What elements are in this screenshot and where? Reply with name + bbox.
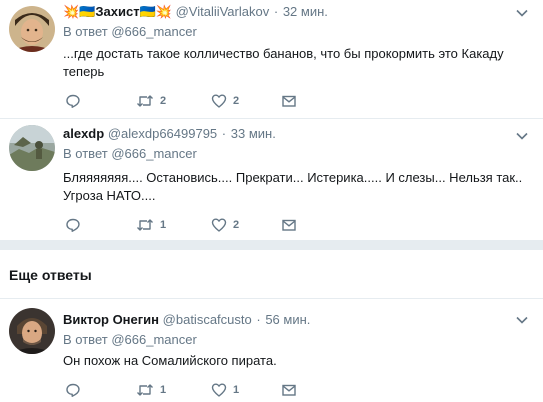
reply-to-label: В ответ bbox=[63, 24, 108, 39]
chevron-down-icon[interactable] bbox=[515, 313, 529, 327]
tweet-header: alexdp @alexdp66499795 · 33 мин. bbox=[63, 125, 276, 143]
timestamp[interactable]: 33 мин. bbox=[231, 126, 276, 141]
display-name[interactable]: alexdp bbox=[63, 126, 104, 141]
reply-button[interactable] bbox=[65, 93, 81, 109]
avatar[interactable] bbox=[9, 308, 55, 354]
retweet-button[interactable]: 1 bbox=[136, 217, 166, 233]
reply-button[interactable] bbox=[65, 217, 81, 233]
tweet-header: Виктор Онегин @batiscafcusto · 56 мин. bbox=[63, 311, 310, 329]
reply-to-mention[interactable]: @666_mancer bbox=[111, 146, 196, 161]
like-button[interactable]: 2 bbox=[211, 217, 239, 233]
tweet-1[interactable]: 💥🇺🇦Захист🇺🇦💥 @VitaliiVarlakov · 32 мин. … bbox=[0, 0, 543, 118]
separator: · bbox=[273, 4, 279, 19]
name-flag-left: 🇺🇦 bbox=[79, 4, 96, 19]
reply-icon bbox=[66, 94, 80, 108]
section-gap bbox=[0, 240, 543, 250]
retweet-button[interactable]: 2 bbox=[136, 93, 166, 109]
reply-to-label: В ответ bbox=[63, 332, 108, 347]
reply-to: В ответ @666_mancer bbox=[63, 24, 197, 40]
handle[interactable]: @alexdp66499795 bbox=[108, 126, 217, 141]
handle[interactable]: @batiscafcusto bbox=[163, 312, 252, 327]
name-emoji-left: 💥 bbox=[63, 4, 80, 19]
avatar[interactable] bbox=[9, 6, 55, 52]
tweet-2[interactable]: alexdp @alexdp66499795 · 33 мин. В ответ… bbox=[0, 119, 543, 238]
direct-message-icon bbox=[282, 95, 296, 107]
reply-to-mention[interactable]: @666_mancer bbox=[111, 24, 196, 39]
tweet-header: 💥🇺🇦Захист🇺🇦💥 @VitaliiVarlakov · 32 мин. bbox=[63, 3, 328, 21]
retweet-icon bbox=[137, 219, 153, 231]
like-count: 2 bbox=[233, 219, 240, 231]
separator: · bbox=[221, 126, 227, 141]
tweet-text: ...где достать такое колличество бананов… bbox=[63, 46, 504, 79]
reply-to-label: В ответ bbox=[63, 146, 108, 161]
like-count: 2 bbox=[233, 95, 240, 107]
direct-message-icon bbox=[282, 384, 296, 396]
like-icon bbox=[211, 218, 227, 232]
timestamp[interactable]: 32 мин. bbox=[283, 4, 328, 19]
name-flag-right: 🇺🇦 bbox=[139, 4, 156, 19]
tweet-text: Он похож на Сомалийского пирата. bbox=[63, 353, 277, 368]
like-button[interactable]: 1 bbox=[211, 382, 239, 398]
chevron-down-icon[interactable] bbox=[515, 6, 529, 20]
reply-to: В ответ @666_mancer bbox=[63, 332, 197, 348]
reply-icon bbox=[66, 218, 80, 232]
direct-message-button[interactable] bbox=[281, 93, 297, 109]
retweet-icon bbox=[137, 384, 153, 396]
avatar-image bbox=[9, 125, 55, 171]
reply-icon bbox=[66, 383, 80, 397]
display-name[interactable]: Виктор Онегин bbox=[63, 312, 159, 327]
direct-message-button[interactable] bbox=[281, 382, 297, 398]
retweet-button[interactable]: 1 bbox=[136, 382, 166, 398]
direct-message-icon bbox=[282, 219, 296, 231]
avatar-image bbox=[9, 308, 55, 354]
avatar[interactable] bbox=[9, 125, 55, 171]
avatar-image bbox=[9, 6, 55, 52]
tweet-actions: 1 1 bbox=[65, 382, 325, 398]
reply-button[interactable] bbox=[65, 382, 81, 398]
retweet-count: 1 bbox=[160, 384, 167, 396]
like-count: 1 bbox=[233, 384, 240, 396]
handle[interactable]: @VitaliiVarlakov bbox=[176, 4, 270, 19]
like-icon bbox=[211, 94, 227, 108]
direct-message-button[interactable] bbox=[281, 217, 297, 233]
display-name[interactable]: Захист bbox=[95, 4, 139, 19]
separator: · bbox=[256, 312, 261, 327]
chevron-down-icon[interactable] bbox=[515, 129, 529, 143]
reply-to: В ответ @666_mancer bbox=[63, 146, 197, 162]
tweet-3[interactable]: Виктор Онегин @batiscafcusto · 56 мин. В… bbox=[0, 299, 543, 402]
like-button[interactable]: 2 bbox=[211, 93, 239, 109]
retweet-icon bbox=[137, 95, 153, 107]
name-emoji-right: 💥 bbox=[155, 4, 172, 19]
tweet-actions: 2 2 bbox=[65, 93, 325, 109]
timestamp[interactable]: 56 мин. bbox=[265, 312, 310, 327]
reply-to-mention[interactable]: @666_mancer bbox=[111, 332, 196, 347]
retweet-count: 1 bbox=[160, 219, 167, 231]
retweet-count: 2 bbox=[160, 95, 167, 107]
tweet-actions: 1 2 bbox=[65, 217, 325, 233]
more-replies-heading: Еще ответы bbox=[9, 267, 92, 283]
tweet-text: Бляяяяяяя.... Остановись.... Прекрати...… bbox=[63, 170, 523, 203]
like-icon bbox=[211, 383, 227, 397]
